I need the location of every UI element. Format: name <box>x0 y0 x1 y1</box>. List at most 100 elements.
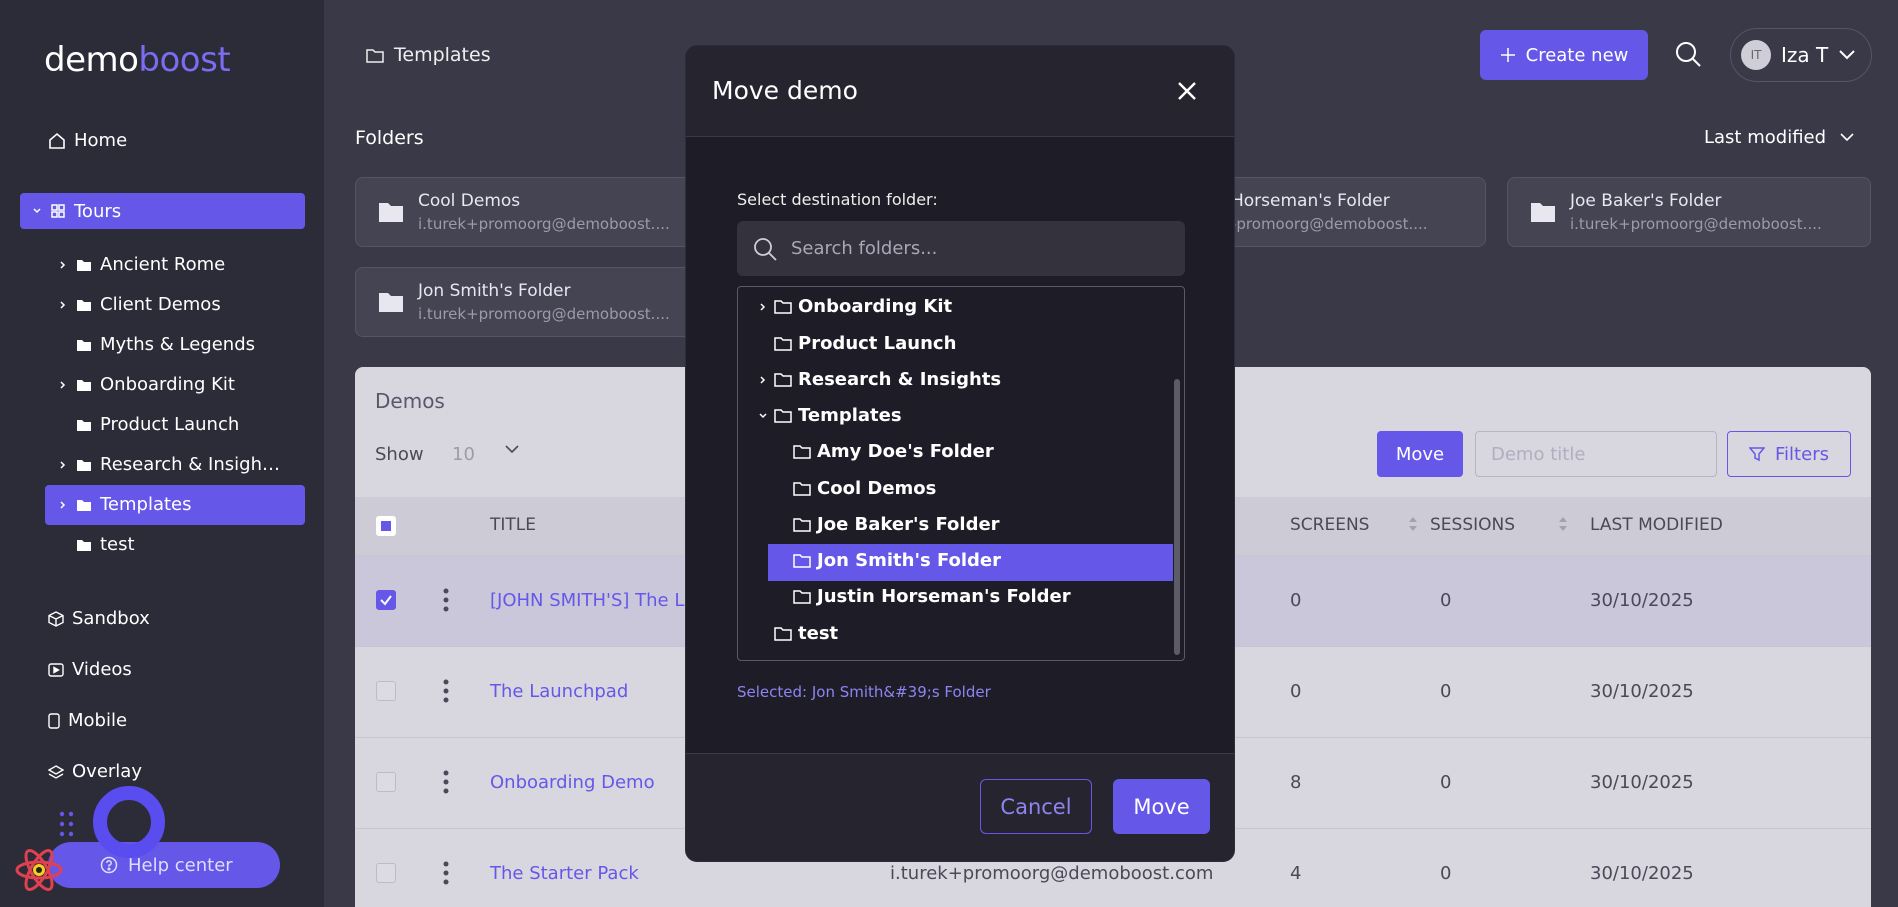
col-sessions[interactable]: SESSIONS <box>1430 515 1515 535</box>
modal-tree-item[interactable]: Cool Demos <box>793 478 936 499</box>
nav-mobile-label: Mobile <box>68 710 128 731</box>
more-icon[interactable] <box>443 861 449 885</box>
modal-tree-item-selected[interactable]: Jon Smith's Folder <box>793 550 1001 571</box>
row-checkbox[interactable] <box>376 681 396 701</box>
nav-sandbox[interactable]: Sandbox <box>48 608 150 629</box>
nav-overlay[interactable]: Overlay <box>48 761 142 782</box>
user-menu[interactable]: IT Iza T <box>1730 28 1872 82</box>
filters-button[interactable]: Filters <box>1727 431 1851 477</box>
modal-tree-item[interactable]: Templates <box>758 405 902 426</box>
modal-tree-item[interactable]: Onboarding Kit <box>758 296 952 317</box>
chevron-right-icon[interactable] <box>758 302 768 312</box>
folder-icon <box>76 258 92 272</box>
folder-icon <box>76 418 92 432</box>
sort-dropdown[interactable]: Last modified <box>1704 127 1854 148</box>
widget-ring-icon[interactable] <box>93 786 165 858</box>
chevron-right-icon[interactable] <box>58 300 68 310</box>
react-logo-icon[interactable] <box>14 848 64 892</box>
row-sessions: 0 <box>1440 590 1452 611</box>
more-icon[interactable] <box>443 679 449 703</box>
chevron-right-icon[interactable] <box>58 460 68 470</box>
folder-card[interactable]: Joe Baker's Folder i.turek+promoorg@demob… <box>1507 177 1871 247</box>
col-last-modified[interactable]: LAST MODIFIED <box>1590 515 1723 535</box>
folder-card-name: Joe Baker's Folder <box>1570 191 1722 211</box>
mobile-icon <box>48 712 60 729</box>
scrollbar[interactable] <box>1174 379 1180 655</box>
tree-item-label: Research & Insigh… <box>100 454 280 475</box>
tree-item-product-launch[interactable]: Product Launch <box>76 414 239 435</box>
folder-card[interactable]: Cool Demos i.turek+promoorg@demoboost.... <box>355 177 725 247</box>
col-screens[interactable]: SCREENS <box>1290 515 1369 535</box>
nav-tours[interactable]: Tours <box>20 193 305 229</box>
nav-mobile[interactable]: Mobile <box>48 710 127 731</box>
chevron-down-icon[interactable] <box>758 411 768 421</box>
tree-item-label: Product Launch <box>798 333 957 354</box>
row-checkbox[interactable] <box>376 863 396 883</box>
nav-sandbox-label: Sandbox <box>72 608 150 629</box>
breadcrumb-label: Templates <box>394 44 491 66</box>
page-size-select[interactable]: 10 <box>452 444 475 465</box>
nav-videos[interactable]: Videos <box>48 659 132 680</box>
row-checkbox[interactable] <box>376 772 396 792</box>
modal-tree-item[interactable]: test <box>774 623 838 644</box>
drag-handle-icon[interactable] <box>58 810 76 838</box>
chevron-right-icon[interactable] <box>58 380 68 390</box>
col-sort-icon[interactable] <box>1557 515 1569 533</box>
modal-tree-item[interactable]: Justin Horseman's Folder <box>793 586 1071 607</box>
move-button[interactable]: Move <box>1377 431 1463 477</box>
folder-outline-icon <box>793 553 811 568</box>
folder-tree[interactable]: Onboarding Kit Product Launch Research &… <box>737 286 1185 661</box>
folder-card-name: Cool Demos <box>418 191 521 211</box>
tree-item-label: Client Demos <box>100 294 221 315</box>
row-screens: 0 <box>1290 590 1302 611</box>
tree-item-label: test <box>100 534 135 555</box>
modal-tree-item[interactable]: Joe Baker's Folder <box>793 514 1000 535</box>
chevron-down-icon <box>1838 49 1856 61</box>
chevron-right-icon[interactable] <box>758 375 768 385</box>
modal-title: Move demo <box>712 76 858 105</box>
tree-item-myths-legends[interactable]: Myths & Legends <box>76 334 255 355</box>
tree-item-templates[interactable]: Templates <box>58 494 192 515</box>
folder-card-owner: i.turek+promoorg@demoboost.... <box>418 215 670 233</box>
row-title[interactable]: [JOHN SMITH'S] The La <box>490 590 695 611</box>
nav-home[interactable]: Home <box>48 130 127 151</box>
demo-title-input[interactable]: Demo title <box>1475 431 1717 477</box>
col-sort-icon[interactable] <box>1407 515 1419 533</box>
chevron-right-icon[interactable] <box>58 260 68 270</box>
cancel-button[interactable]: Cancel <box>980 779 1092 834</box>
row-checkbox[interactable] <box>376 590 396 610</box>
tree-item-onboarding-kit[interactable]: Onboarding Kit <box>58 374 235 395</box>
more-icon[interactable] <box>443 588 449 612</box>
col-title[interactable]: TITLE <box>490 515 536 535</box>
row-title[interactable]: Onboarding Demo <box>490 772 655 793</box>
modal-tree-item[interactable]: Research & Insights <box>758 369 1001 390</box>
search-icon[interactable] <box>1674 40 1702 68</box>
create-new-button[interactable]: Create new <box>1480 30 1648 80</box>
chevron-down-icon[interactable] <box>505 445 519 454</box>
close-icon[interactable] <box>1177 81 1197 101</box>
logo[interactable]: demoboost <box>44 40 231 80</box>
row-screens: 8 <box>1290 772 1302 793</box>
confirm-move-button[interactable]: Move <box>1113 779 1210 834</box>
tree-item-label: Onboarding Kit <box>798 296 953 317</box>
folder-icon <box>76 378 92 392</box>
chevron-right-icon[interactable] <box>58 500 68 510</box>
tree-item-ancient-rome[interactable]: Ancient Rome <box>58 254 225 275</box>
folder-search-input[interactable]: Search folders... <box>737 221 1185 276</box>
select-all-checkbox[interactable] <box>376 516 396 536</box>
tree-item-label: Amy Doe's Folder <box>817 441 994 462</box>
row-title[interactable]: The Launchpad <box>490 681 628 702</box>
modal-tree-item[interactable]: Product Launch <box>774 333 956 354</box>
tree-item-label: Joe Baker's Folder <box>817 514 1000 535</box>
tree-item-test[interactable]: test <box>76 534 135 555</box>
folder-card[interactable]: Jon Smith's Folder i.turek+promoorg@demob… <box>355 267 725 337</box>
search-icon <box>753 237 777 261</box>
tree-item-client-demos[interactable]: Client Demos <box>58 294 221 315</box>
breadcrumb[interactable]: Templates <box>366 44 491 66</box>
row-title[interactable]: The Starter Pack <box>490 863 639 884</box>
modal-tree-item[interactable]: Amy Doe's Folder <box>793 441 994 462</box>
help-center-button[interactable]: Help center <box>48 842 280 888</box>
more-icon[interactable] <box>443 770 449 794</box>
tree-item-research[interactable]: Research & Insigh… <box>58 454 280 475</box>
chevron-down-icon[interactable] <box>32 206 42 216</box>
